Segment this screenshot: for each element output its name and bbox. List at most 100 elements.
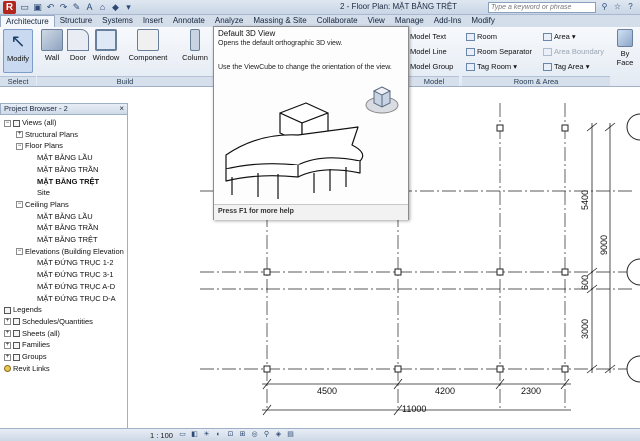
tab-add-ins[interactable]: Add-Ins [429,15,467,27]
star-icon[interactable]: ☆ [613,1,622,13]
tree-node-label: Ceiling Plans [25,199,69,209]
help-icon[interactable]: ? [626,1,635,13]
tree-node[interactable]: + Families [4,340,50,350]
help-search-input[interactable] [488,2,596,13]
tree-node[interactable]: MẶT BẰNG TRỆT [28,177,99,187]
redo-icon[interactable]: ↷ [58,1,69,13]
window-label: Window [92,53,120,62]
view-scale[interactable]: 1 : 100 [150,430,173,441]
tree-node[interactable]: Legends [4,305,42,315]
reveal-hidden-icon[interactable]: ⚲ [262,430,271,440]
tree-node[interactable]: Site [28,188,50,198]
model-group-tool[interactable]: Model Group [410,62,453,71]
app-logo-button[interactable]: R [3,1,16,14]
crop-view-icon[interactable]: ⊡ [226,430,235,440]
tree-node[interactable]: MẶT BẰNG TRẦN [28,223,98,233]
collapse-icon[interactable]: − [4,119,11,127]
dimension-label: 5400 [580,190,590,210]
sun-path-icon[interactable]: ☀ [202,430,211,440]
model-line-tool[interactable]: Model Line [410,47,447,56]
tree-node[interactable]: − Ceiling Plans [16,200,69,210]
tab-annotate[interactable]: Annotate [168,15,210,27]
tree-node[interactable]: MẶT BẰNG TRẦN [28,165,98,175]
collapse-icon[interactable]: − [16,248,23,256]
grid-bubble[interactable] [626,113,640,141]
modify-button[interactable]: ↖ Modify [3,29,33,73]
grid-bubble[interactable] [626,355,640,383]
door-button[interactable]: Door [66,29,90,62]
window-button[interactable]: Window [92,29,120,62]
tree-node[interactable]: + Structural Plans [16,130,78,140]
expand-icon[interactable]: + [4,330,11,338]
tree-node[interactable]: − Elevations (Building Elevation [16,247,124,257]
undo-icon[interactable]: ↶ [45,1,56,13]
room-tool[interactable]: Room [466,32,497,42]
model-text-tool[interactable]: Model Text [410,32,446,41]
views-icon [13,119,20,127]
shadows-icon[interactable]: ◐ [214,430,223,440]
tab-insert[interactable]: Insert [138,15,168,27]
binoculars-icon[interactable]: ⚲ [600,1,609,13]
tag-area-tool[interactable]: Tag Area ▾ [543,62,589,72]
worksharing-icon[interactable]: ▤ [286,430,295,440]
groups-icon [13,353,20,361]
default-3d-view-icon[interactable]: ⌂ [97,1,108,13]
tree-node-label: Views (all) [22,118,57,127]
tree-node[interactable]: MẶT ĐỨNG TRỤC 1-2 [28,258,114,268]
measure-icon[interactable]: ✎ [71,1,82,13]
select-group-label[interactable]: Select [0,76,36,86]
section-icon[interactable]: ◆ [110,1,121,13]
dimension-label: 4500 [317,386,337,396]
room-icon [466,33,475,42]
visual-style-icon[interactable]: ◧ [190,430,199,440]
tree-node[interactable]: MẶT ĐỨNG TRỤC A-D [28,282,115,292]
column-button[interactable]: Column [180,29,210,62]
tree-node-label: MẶT BẰNG TRỆT [37,235,98,244]
open-icon[interactable]: ▭ [19,1,30,13]
tree-node[interactable]: + Sheets (all) [4,329,60,339]
tree-node[interactable]: MẶT BẰNG TRỆT [28,235,98,245]
tree-node[interactable]: MẶT BẰNG LẦU [28,212,93,222]
area-tool[interactable]: Area ▾ [543,32,576,42]
close-icon[interactable]: × [119,104,124,114]
tag-room-icon [466,63,475,72]
tree-node[interactable]: + Groups [4,352,47,362]
tag-room-tool[interactable]: Tag Room ▾ [466,62,517,72]
area-icon [543,33,552,42]
project-browser-title: Project Browser - 2 [4,104,68,113]
wall-button[interactable]: Wall [40,29,64,62]
component-button[interactable]: Component [126,29,170,62]
show-crop-icon[interactable]: ⊞ [238,430,247,440]
tab-systems[interactable]: Systems [97,15,138,27]
tree-node[interactable]: MẶT ĐỨNG TRỤC D-A [28,294,116,304]
tree-node[interactable]: − Views (all) [4,118,56,128]
tree-node[interactable]: MẶT ĐỨNG TRỤC 3-1 [28,270,114,280]
collapse-icon[interactable]: − [16,142,23,150]
tree-node[interactable]: + Schedules/Quantities [4,317,93,327]
grid-bubble[interactable] [626,258,640,286]
collapse-icon[interactable]: − [16,201,23,209]
area-boundary-tool[interactable]: Area Boundary [543,47,604,57]
dropdown-icon[interactable]: ▾ [123,1,134,13]
detail-level-icon[interactable]: ▭ [178,430,187,440]
tab-modify[interactable]: Modify [466,15,500,27]
dimension-label: 600 [580,275,590,290]
tree-node[interactable]: Revit Links [4,364,50,374]
families-icon [13,341,20,349]
analysis-icon[interactable]: ◈ [274,430,283,440]
expand-icon[interactable]: + [4,318,11,326]
tree-node[interactable]: MẶT BẰNG LẦU [28,153,93,163]
expand-icon[interactable]: + [4,353,11,361]
column-mark [496,268,504,276]
room-separator-tool[interactable]: Room Separator [466,47,532,57]
text-icon[interactable]: A [84,1,95,13]
expand-icon[interactable]: + [4,341,11,349]
tab-architecture[interactable]: Architecture [0,15,55,27]
tree-node[interactable]: − Floor Plans [16,141,63,151]
save-icon[interactable]: ▣ [32,1,43,13]
by-face-button[interactable]: By Face [612,29,638,67]
temp-hide-icon[interactable]: ◎ [250,430,259,440]
expand-icon[interactable]: + [16,131,23,139]
room-area-group-label[interactable]: Room & Area [462,76,610,86]
tab-structure[interactable]: Structure [55,15,97,27]
